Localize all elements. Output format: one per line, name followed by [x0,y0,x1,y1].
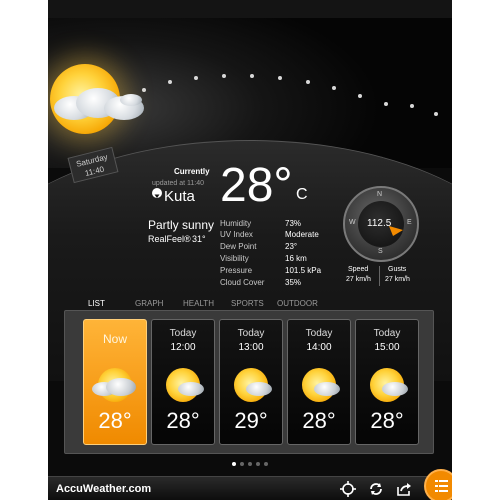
cloud-shape [246,382,272,396]
tab-sports[interactable]: SPORTS [231,299,264,308]
brand-logo[interactable]: AccuWeather.com [56,483,151,495]
sun-path-dot [278,76,282,80]
hourly-card-label: Today [373,328,401,339]
wind-gusts-value: 27 km/h [385,276,410,283]
page-indicator-active[interactable] [232,462,236,466]
status-bar [48,0,452,19]
hourly-card-time: 12:00 [170,342,196,353]
detail-value: 16 km [285,254,307,263]
realfeel-label: RealFeel® [148,234,191,244]
detail-value: Moderate [285,230,319,239]
detail-label: Pressure [220,266,253,275]
cloud-shape [314,382,340,396]
city-name: Kuta [164,188,195,205]
cloud-shape [106,378,136,396]
sun-path-dot [434,112,438,116]
weather-app: Saturday 11:40 Currently updated at 11:4… [48,0,452,500]
sun-path-dot [250,74,254,78]
page-indicator[interactable] [240,462,244,466]
wind-arrow-icon [389,226,403,236]
compass-s: S [378,248,383,255]
compass-n: N [377,191,383,198]
hourly-card-time: 13:00 [238,342,264,353]
tab-health[interactable]: HEALTH [183,299,214,308]
sun-path-dot [332,86,336,90]
page-indicator[interactable] [256,462,260,466]
sun-path-dot [168,80,172,84]
condition-text: Partly sunny [148,218,215,232]
detail-label: Dew Point [220,242,257,251]
hourly-card-label: Today [305,328,333,339]
hourly-card[interactable]: Today 15:00 28° [355,319,419,445]
detail-value: 35% [285,278,302,287]
sun-path-dot [142,88,146,92]
detail-label: Humidity [220,219,252,228]
locate-icon[interactable] [340,481,356,497]
hourly-card-label: Now [102,332,127,346]
hourly-card-now[interactable]: Now 28° [83,319,147,445]
page-indicator[interactable] [248,462,252,466]
wind-speed-label: Speed [348,266,369,273]
current-label: Currently [174,167,210,176]
hourly-card-temp: 28° [370,408,404,433]
wind-speed-value: 27 km/h [346,276,371,283]
wind-gusts-label: Gusts [388,266,407,273]
refresh-icon[interactable] [368,481,384,497]
hourly-card-temp: 28° [302,408,336,433]
detail-value: 23° [285,242,298,251]
hourly-card-temp: 28° [166,408,200,433]
temperature-unit: C [296,186,308,203]
detail-value: 73% [285,219,302,228]
sun-path-dot [194,76,198,80]
hourly-card[interactable]: Today 12:00 28° [151,319,215,445]
hourly-card-label: Today [169,328,197,339]
detail-value: 101.5 kPa [285,266,322,275]
updated-time: updated at 11:40 [152,180,205,187]
hourly-forecast-panel: Now 28° Today 12:00 28° Today 13:00 29° … [64,310,434,454]
hourly-card[interactable]: Today 13:00 29° [219,319,283,445]
tab-graph[interactable]: GRAPH [135,299,163,308]
hourly-card-temp: 28° [98,408,132,433]
bottom-bar: AccuWeather.com [48,476,452,500]
menu-button[interactable] [424,469,452,500]
wind-compass: N S W E 112.5 [343,186,419,262]
location-selector[interactable]: Kuta [152,188,195,205]
share-icon[interactable] [396,481,412,497]
detail-label: Visibility [220,254,249,263]
hourly-card-label: Today [237,328,265,339]
cloud-shape [178,382,204,396]
hourly-card-time: 15:00 [374,342,400,353]
detail-label: UV Index [220,230,253,239]
realfeel-value: 31° [192,234,206,244]
sun-path-dot [384,102,388,106]
sun-path-dot [306,80,310,84]
hourly-card-time: 14:00 [306,342,332,353]
wind-divider [379,266,380,286]
tab-list[interactable]: LIST [88,299,105,308]
page-indicator[interactable] [264,462,268,466]
menu-icon [435,480,448,492]
sun-path-dot [410,104,414,108]
cloud-shape [382,382,408,396]
sun-path-dot [358,94,362,98]
current-temperature: 28° [220,159,293,212]
compass-w: W [349,219,356,226]
location-pin-icon [152,188,162,198]
sun-path-dot [222,74,226,78]
detail-label: Cloud Cover [220,278,265,287]
hourly-card[interactable]: Today 14:00 28° [287,319,351,445]
wind-direction-value: 112.5 [367,218,392,229]
tab-outdoor[interactable]: OUTDOOR [277,299,318,308]
hourly-card-temp: 29° [234,408,268,433]
compass-e: E [407,219,412,226]
